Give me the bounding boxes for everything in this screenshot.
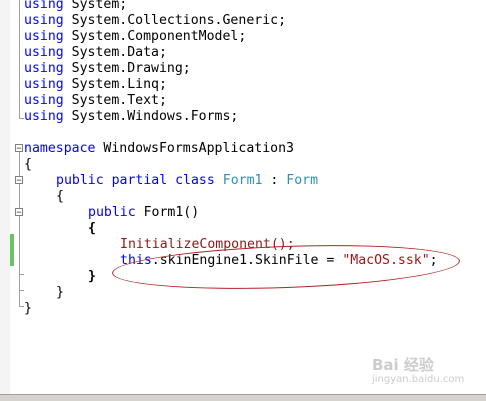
class-fold-end — [19, 290, 24, 291]
base-class-name: Form — [278, 173, 319, 188]
colon: : — [262, 173, 279, 188]
keyword: using — [24, 0, 64, 12]
code-line-7: using System.Text; — [24, 93, 167, 109]
class-collapse-icon[interactable]: − — [15, 176, 23, 186]
code-line-12: public partial class Form1 : Form — [56, 173, 318, 189]
keyword: namespace — [24, 141, 96, 156]
horizontal-scrollbar[interactable] — [0, 394, 486, 401]
namespace-name: System.Drawing; — [63, 61, 191, 76]
code-line-10: namespace WindowsFormsApplication3 — [24, 141, 294, 157]
keyword: using — [24, 61, 64, 76]
keyword: public — [56, 173, 104, 188]
namespace-name: System; — [63, 0, 128, 12]
baidu-watermark: Bai 经验 jingyan.baidu.com — [360, 352, 470, 392]
method-fold-end — [19, 274, 24, 275]
keyword: using — [24, 93, 64, 108]
namespace-collapse-icon[interactable]: − — [15, 144, 23, 154]
method-collapse-icon[interactable]: − — [15, 208, 23, 218]
code-line-11: { — [24, 157, 32, 173]
namespace-name: System.Windows.Forms; — [63, 109, 239, 124]
brace: { — [56, 189, 64, 204]
code-line-4: using System.Data; — [24, 45, 167, 61]
constructor-name: Form1() — [135, 205, 200, 220]
code-line-19: } — [56, 285, 64, 301]
brace: } — [88, 269, 96, 284]
namespace-name: System.Linq; — [63, 77, 167, 92]
editor-gutter — [0, 0, 10, 394]
keyword: partial — [103, 173, 168, 188]
code-line-13: { — [56, 189, 64, 205]
change-indicator-bar — [10, 234, 14, 266]
code-line-18: } — [88, 269, 96, 285]
brace: { — [24, 157, 32, 172]
code-line-14: public Form1() — [88, 205, 199, 221]
namespace-name: System.Data; — [63, 45, 167, 60]
code-line-6: using System.Linq; — [24, 77, 167, 93]
keyword: using — [24, 77, 64, 92]
brace: } — [24, 301, 32, 316]
using-fold-line — [19, 0, 20, 118]
watermark-text: Bai 经验 — [372, 356, 434, 374]
namespace-name: System.Text; — [63, 93, 167, 108]
namespace-identifier: WindowsFormsApplication3 — [95, 141, 294, 156]
code-line-20: } — [24, 301, 32, 317]
code-line-2: using System.Collections.Generic; — [24, 13, 286, 29]
brace: } — [56, 285, 64, 300]
code-line-1: using System; — [24, 0, 127, 13]
keyword: public — [88, 205, 136, 220]
keyword: using — [24, 109, 64, 124]
brace: { — [88, 221, 96, 236]
namespace-name: System.ComponentModel; — [63, 29, 247, 44]
code-line-3: using System.ComponentModel; — [24, 29, 246, 45]
code-editor[interactable]: − − − using System; using System.Collect… — [0, 0, 486, 394]
code-line-5: using System.Drawing; — [24, 61, 191, 77]
keyword: using — [24, 45, 64, 60]
keyword: class — [167, 173, 215, 188]
keyword: using — [24, 13, 64, 28]
code-line-8: using System.Windows.Forms; — [24, 109, 238, 125]
namespace-name: System.Collections.Generic; — [63, 13, 287, 28]
code-line-15: { — [88, 221, 96, 237]
class-name: Form1 — [214, 173, 263, 188]
watermark-url: jingyan.baidu.com — [372, 374, 465, 385]
keyword: using — [24, 29, 64, 44]
